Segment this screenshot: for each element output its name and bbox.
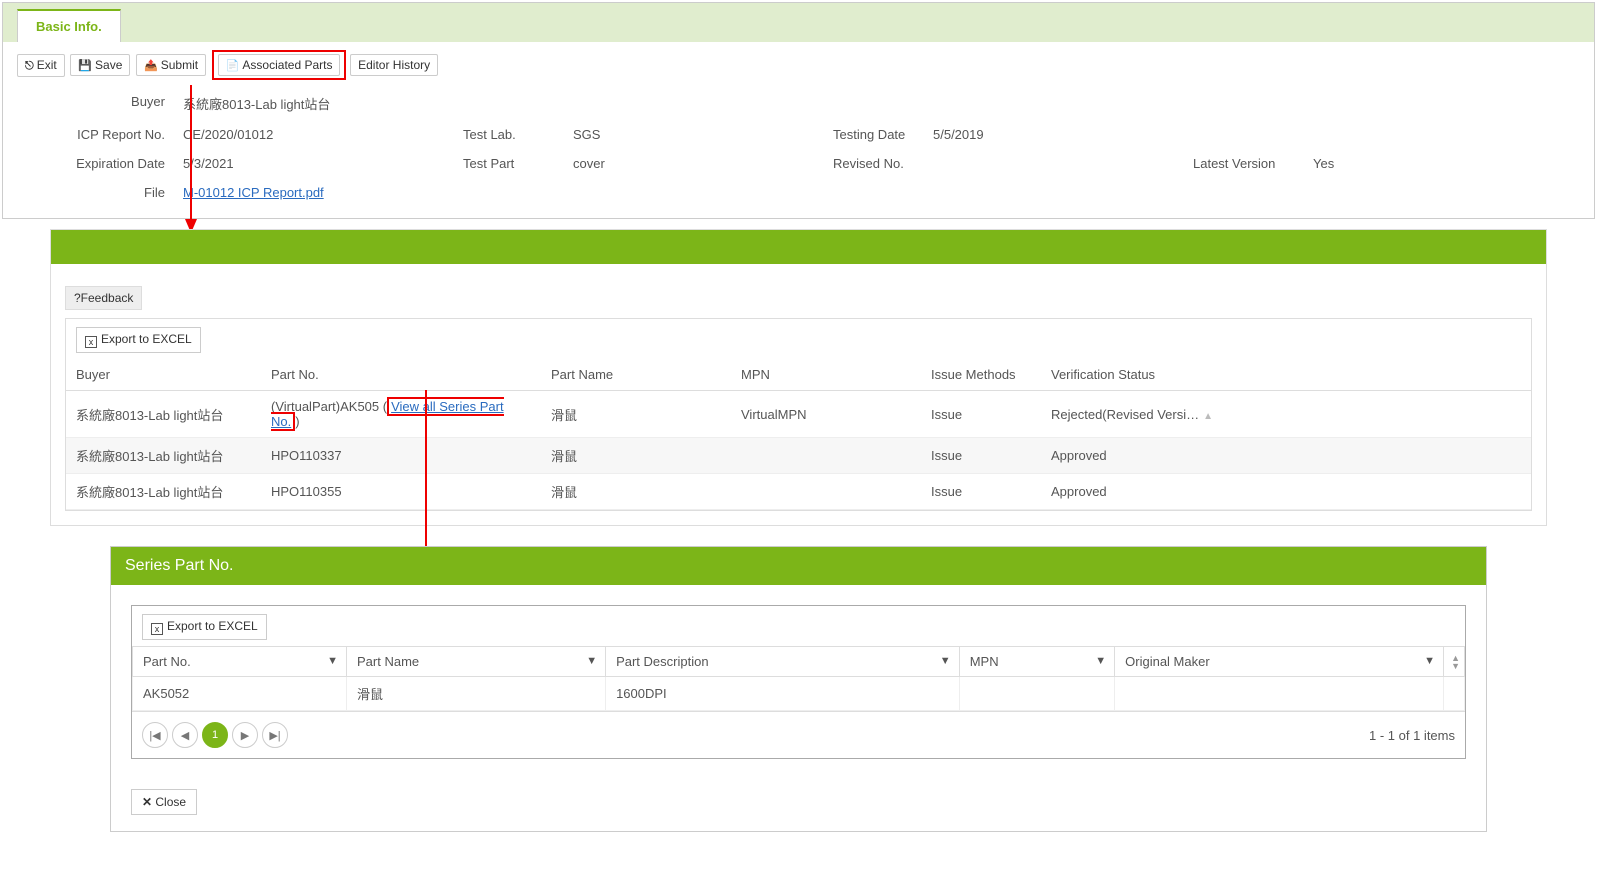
view-series-highlight: View all Series Part No. — [271, 397, 504, 431]
filter-icon[interactable]: ▼ — [1424, 655, 1435, 667]
toolbar: ⎋Exit 💾Save 📤Submit 📄Associated Parts Ed… — [3, 42, 1594, 88]
exit-button[interactable]: ⎋Exit — [17, 54, 65, 77]
filter-icon[interactable]: ▼ — [940, 655, 951, 667]
filter-icon[interactable]: ▼ — [1095, 655, 1106, 667]
export-excel-button-2[interactable]: xExport to EXCEL — [142, 614, 267, 640]
excel-icon: x — [151, 623, 163, 635]
table-row[interactable]: AK5052滑鼠1600DPI — [133, 677, 1465, 711]
col2-partno[interactable]: Part No.▼ — [133, 647, 347, 677]
editor-history-button[interactable]: Editor History — [350, 54, 438, 76]
associated-parts-highlight: 📄Associated Parts — [212, 50, 347, 80]
latest-value: Yes — [1313, 156, 1373, 171]
series-part-table: Part No.▼ Part Name▼ Part Description▼ M… — [132, 646, 1465, 711]
testdate-value: 5/5/2019 — [933, 127, 1193, 142]
col-verification[interactable]: Verification Status — [1041, 359, 1511, 391]
buyer-label: Buyer — [3, 94, 183, 113]
mpn-cell — [731, 438, 921, 474]
col-buyer[interactable]: Buyer — [66, 359, 261, 391]
partno-cell: AK5052 — [133, 677, 347, 711]
testlab-label: Test Lab. — [463, 127, 573, 142]
sort-indicator-icon: ▲ — [1203, 411, 1213, 422]
mpn-cell — [959, 677, 1114, 711]
testpart-label: Test Part — [463, 156, 573, 171]
issue-cell: Issue — [921, 474, 1041, 510]
pager-next[interactable]: ▶ — [232, 722, 258, 748]
table-row[interactable]: 系統廠8013-Lab light站台HPO110355滑鼠 IssueAppro… — [66, 474, 1531, 510]
col-partname[interactable]: Part Name — [541, 359, 731, 391]
testlab-value: SGS — [573, 127, 833, 142]
table-row[interactable]: 系統廠8013-Lab light站台(VirtualPart)AK505 (V… — [66, 391, 1531, 438]
filter-icon[interactable]: ▼ — [327, 655, 338, 667]
buyer-cell: 系統廠8013-Lab light站台 — [66, 391, 261, 438]
verification-cell: Approved — [1041, 474, 1511, 510]
associated-parts-panel: ?Feedback xExport to EXCEL Buyer Part No… — [50, 229, 1547, 526]
col2-desc[interactable]: Part Description▼ — [606, 647, 960, 677]
col2-partname[interactable]: Part Name▼ — [347, 647, 606, 677]
partno-cell: HPO110337 — [261, 438, 541, 474]
save-icon: 💾 — [78, 60, 92, 72]
latest-label: Latest Version — [1193, 156, 1313, 171]
icp-value: CE/2020/01012 — [183, 127, 463, 142]
buyer-value: 系統廠8013-Lab light站台 — [183, 94, 463, 113]
document-icon: 📄 — [226, 60, 240, 72]
panel-header-bar — [51, 230, 1546, 264]
col-mpn[interactable]: MPN — [731, 359, 921, 391]
buyer-cell: 系統廠8013-Lab light站台 — [66, 474, 261, 510]
scroll-arrows[interactable]: ▲▼ — [1451, 654, 1460, 670]
close-icon: ✕ — [142, 795, 155, 809]
view-all-series-link[interactable]: View all Series Part No. — [271, 399, 504, 429]
exp-label: Expiration Date — [3, 156, 183, 171]
maker-cell — [1115, 677, 1444, 711]
partname-cell: 滑鼠 — [541, 474, 731, 510]
testpart-value: cover — [573, 156, 833, 171]
icp-label: ICP Report No. — [3, 127, 183, 142]
filter-icon[interactable]: ▼ — [586, 655, 597, 667]
submit-button[interactable]: 📤Submit — [136, 54, 206, 76]
associated-parts-button[interactable]: 📄Associated Parts — [218, 54, 341, 76]
file-link[interactable]: M-01012 ICP Report.pdf — [183, 185, 324, 200]
rev-value — [933, 156, 1193, 171]
buyer-cell: 系統廠8013-Lab light站台 — [66, 438, 261, 474]
exit-icon: ⎋ — [25, 60, 34, 72]
pager-info: 1 - 1 of 1 items — [1369, 728, 1455, 743]
col-issue[interactable]: Issue Methods — [921, 359, 1041, 391]
exp-value: 5/3/2021 — [183, 156, 463, 171]
partname-cell: 滑鼠 — [541, 391, 731, 438]
tab-basic-info[interactable]: Basic Info. — [17, 9, 121, 42]
partname-cell: 滑鼠 — [541, 438, 731, 474]
close-button[interactable]: ✕ Close — [131, 789, 197, 815]
feedback-button[interactable]: ?Feedback — [65, 286, 142, 310]
save-button[interactable]: 💾Save — [70, 54, 130, 76]
info-grid: Buyer 系統廠8013-Lab light站台 ICP Report No.… — [3, 88, 1594, 218]
file-label: File — [3, 185, 183, 200]
desc-cell: 1600DPI — [606, 677, 960, 711]
pager-page-1[interactable]: 1 — [202, 722, 228, 748]
series-part-panel: Series Part No. xExport to EXCEL Part No… — [110, 546, 1487, 832]
rev-label: Revised No. — [833, 156, 933, 171]
associated-parts-table: Buyer Part No. Part Name MPN Issue Metho… — [66, 359, 1531, 510]
issue-cell: Issue — [921, 391, 1041, 438]
partno-cell: (VirtualPart)AK505 (View all Series Part… — [261, 391, 541, 438]
excel-icon: x — [85, 336, 97, 348]
verification-cell: Approved — [1041, 438, 1511, 474]
testdate-label: Testing Date — [833, 127, 933, 142]
pager: |◀ ◀ 1 ▶ ▶| 1 - 1 of 1 items — [132, 711, 1465, 758]
verification-cell: Rejected(Revised Versi…▲ — [1041, 391, 1511, 438]
tab-strip: Basic Info. — [3, 3, 1594, 42]
export-excel-button[interactable]: xExport to EXCEL — [76, 327, 201, 353]
pager-first[interactable]: |◀ — [142, 722, 168, 748]
issue-cell: Issue — [921, 438, 1041, 474]
partname-cell: 滑鼠 — [347, 677, 606, 711]
partno-cell: HPO110355 — [261, 474, 541, 510]
mpn-cell — [731, 474, 921, 510]
table-row[interactable]: 系統廠8013-Lab light站台HPO110337滑鼠 IssueAppro… — [66, 438, 1531, 474]
series-part-title: Series Part No. — [111, 547, 1486, 585]
submit-icon: 📤 — [144, 60, 158, 72]
pager-last[interactable]: ▶| — [262, 722, 288, 748]
col-partno[interactable]: Part No. — [261, 359, 541, 391]
pager-prev[interactable]: ◀ — [172, 722, 198, 748]
col2-mpn[interactable]: MPN▼ — [959, 647, 1114, 677]
col2-maker[interactable]: Original Maker▼ — [1115, 647, 1444, 677]
mpn-cell: VirtualMPN — [731, 391, 921, 438]
